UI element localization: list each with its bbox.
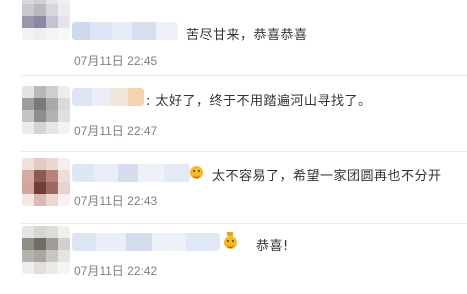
emoji-icon — [190, 166, 203, 179]
comment-text-body: 太好了，终于不用踏遍河山寻找了。 — [155, 94, 372, 109]
comment-text: 苦尽甘来，恭喜恭喜 — [186, 28, 308, 43]
comment-timestamp: 07月11日 22:45 — [74, 54, 158, 68]
emoji-icon — [224, 236, 237, 249]
comment-item: 太不容易了，希望一家团圆再也不分开 07月11日 22:43 — [0, 152, 467, 224]
avatar[interactable] — [22, 0, 70, 40]
comment-timestamp: 07月11日 22:43 — [74, 194, 158, 208]
comment-item: : 太好了，终于不用踏遍河山寻找了。 07月11日 22:47 — [0, 76, 467, 152]
username-blurred[interactable] — [72, 22, 178, 40]
comment-item: 苦尽甘来，恭喜恭喜 07月11日 22:45 — [0, 0, 467, 76]
avatar[interactable] — [22, 158, 70, 206]
comment-item: 恭喜! 07月11日 22:42 — [0, 224, 467, 294]
comment-timestamp: 07月11日 22:47 — [74, 124, 158, 138]
comment-timestamp: 07月11日 22:42 — [74, 264, 158, 278]
username-blurred[interactable] — [72, 164, 190, 182]
avatar[interactable] — [22, 226, 70, 274]
username-blurred[interactable] — [72, 88, 144, 106]
comment-text: : 太好了，终于不用踏遍河山寻找了。 — [146, 94, 372, 109]
comment-text: 太不容易了，希望一家团圆再也不分开 — [212, 169, 442, 184]
comment-text: 恭喜! — [256, 239, 289, 254]
avatar[interactable] — [22, 86, 70, 134]
username-blurred[interactable] — [72, 233, 220, 251]
crown-icon — [227, 232, 233, 236]
